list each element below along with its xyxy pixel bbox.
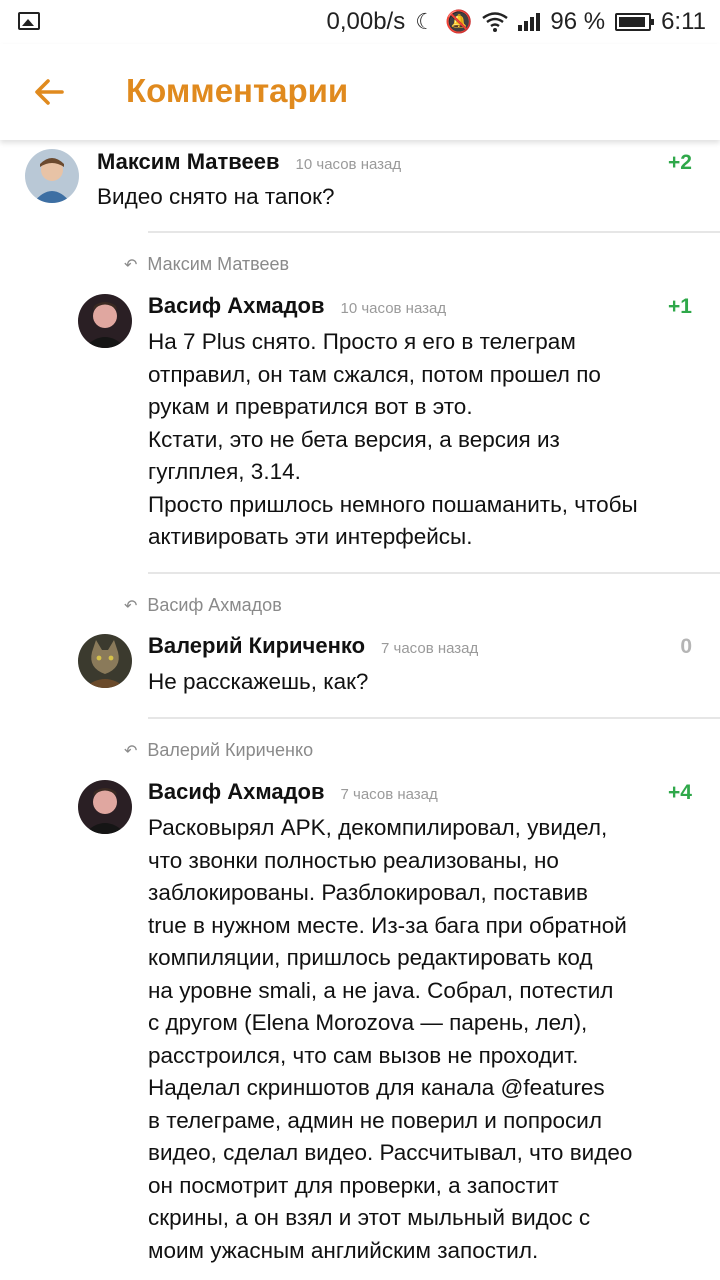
avatar[interactable] [78,294,132,348]
avatar[interactable] [78,634,132,688]
divider [148,231,720,233]
reply-icon: ↶ [124,597,138,615]
reply-icon: ↶ [124,256,138,274]
signal-icon [518,13,541,31]
comment-text: Расковырял APK, декомпилировал, увидел, … [148,815,633,1263]
comment-time: 10 часов назад [295,156,402,173]
avatar[interactable] [78,780,132,834]
comment-text: Видео снято на тапок? [97,184,335,209]
status-bar: 0,00b/s ☾ 🔕 96 % 6:11 [0,0,720,44]
network-speed: 0,00b/s [326,8,406,35]
divider [148,717,720,719]
battery-percent: 96 % [550,8,606,35]
avatar[interactable] [25,149,79,203]
comment-score[interactable]: 0 [680,635,692,659]
comment-time: 10 часов назад [340,300,447,317]
divider [148,572,720,574]
comments-list[interactable]: Максим Матвеев 10 часов назад +2 Видео сн… [0,140,720,1280]
comment-author[interactable]: Васиф Ахмадов 10 часов назад [148,293,446,319]
comment-score[interactable]: +4 [668,781,692,805]
moon-icon: ☾ [415,9,435,34]
comment-text: Не расскажешь, как? [148,669,369,694]
reply-to[interactable]: ↶ Максим Матвеев [124,254,289,275]
comment-score[interactable]: +2 [668,151,692,175]
app-bar: Комментарии [0,44,720,140]
wifi-icon [482,12,509,32]
reply-icon: ↶ [124,742,138,760]
image-icon [18,12,40,30]
comment-time: 7 часов назад [381,640,479,657]
reply-to[interactable]: ↶ Валерий Кириченко [124,740,313,761]
mute-icon: 🔕 [444,9,473,34]
comment-time: 7 часов назад [340,786,438,803]
page-title: Комментарии [126,72,349,109]
reply-to[interactable]: ↶ Васиф Ахмадов [124,595,282,616]
comment-text: На 7 Plus снято. Просто я его в телеграм… [148,329,638,549]
comment-author[interactable]: Васиф Ахмадов 7 часов назад [148,779,438,805]
back-arrow-icon[interactable] [28,70,72,114]
comment-author[interactable]: Валерий Кириченко 7 часов назад [148,633,478,659]
clock: 6:11 [661,8,706,35]
battery-icon [615,13,655,31]
comment-score[interactable]: +1 [668,295,692,319]
comment-author[interactable]: Максим Матвеев 10 часов назад [97,149,401,175]
